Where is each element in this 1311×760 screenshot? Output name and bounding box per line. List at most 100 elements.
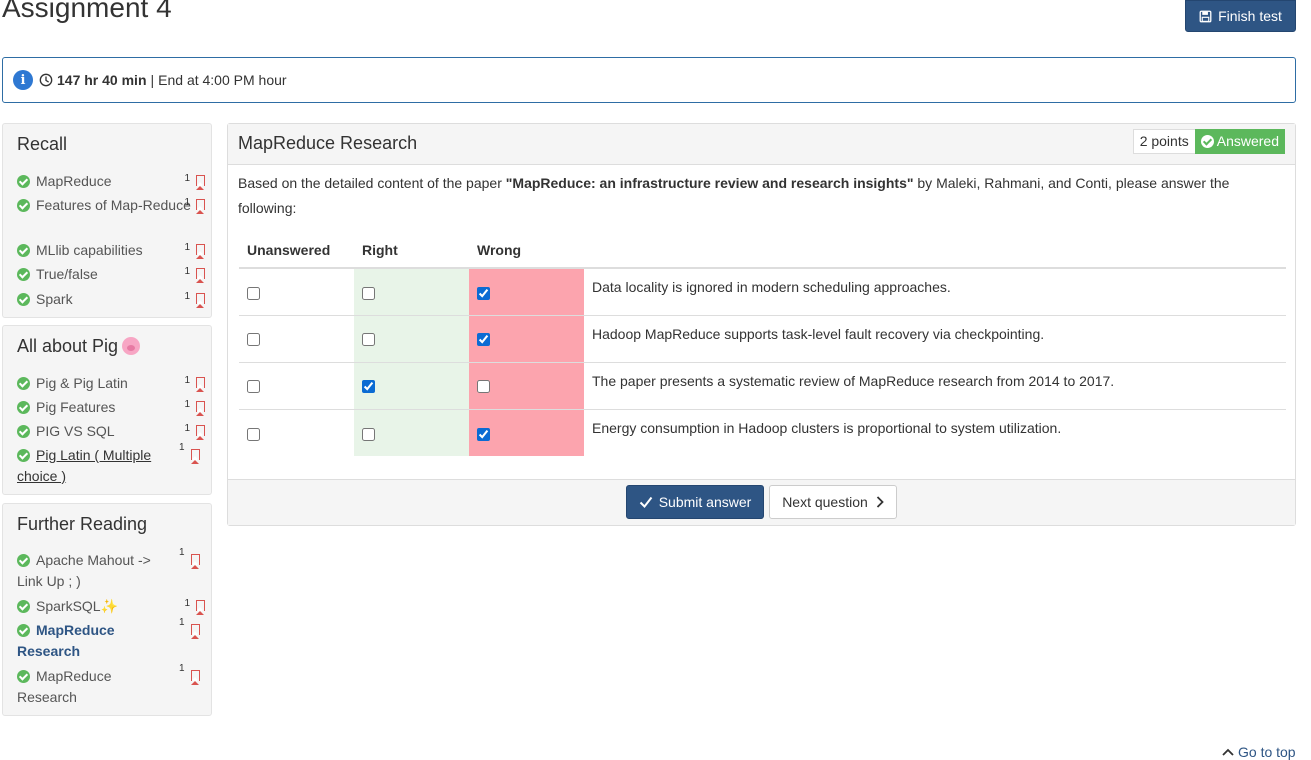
checkbox-wrong[interactable]	[477, 286, 490, 300]
section-title: All about Pig	[17, 336, 141, 357]
question-footer: Submit answer Next question	[228, 479, 1295, 525]
points-badge: 2 points Answered	[1132, 129, 1285, 154]
sidebar-item[interactable]: MapReduce Research	[17, 666, 147, 708]
finish-test-label: Finish test	[1218, 8, 1282, 24]
check-circle-icon	[17, 377, 30, 390]
bookmark-icon[interactable]	[196, 244, 205, 259]
section-all-about-pig: All about Pig Pig & Pig Latin 1 Pig Featu…	[2, 325, 212, 495]
sidebar-item[interactable]: MapReduce 1	[17, 171, 205, 192]
check-circle-icon	[17, 401, 30, 414]
next-question-button[interactable]: Next question	[769, 485, 897, 519]
bookmark-icon[interactable]	[196, 377, 205, 392]
checkbox-wrong[interactable]	[477, 333, 490, 347]
statement-row: Data locality is ignored in modern sched…	[239, 267, 1286, 315]
bookmark-icon[interactable]	[190, 670, 200, 685]
item-meta: 1	[179, 547, 200, 569]
statement-text: Hadoop MapReduce supports task-level fau…	[584, 314, 1286, 362]
bookmark-icon[interactable]	[190, 449, 200, 464]
section-title: Further Reading	[17, 514, 148, 534]
pig-icon	[122, 337, 141, 355]
bookmark-icon[interactable]	[196, 293, 205, 308]
sidebar-item-active[interactable]: MapReduce Research	[17, 620, 147, 662]
section-further-reading: Further Reading Apache Mahout -> Link Up…	[2, 503, 212, 716]
check-circle-icon	[17, 425, 30, 438]
answer-grid: Unanswered Right Wrong Data locality is …	[239, 233, 1286, 456]
section-title: Recall	[17, 134, 68, 154]
check-circle-icon	[17, 199, 30, 212]
checkbox-wrong[interactable]	[477, 427, 490, 441]
checkbox-unanswered[interactable]	[247, 380, 260, 394]
checkbox-wrong[interactable]	[477, 380, 490, 394]
timer-info-bar: i 147 hr 40 min | End at 4:00 PM hour	[2, 57, 1296, 103]
bookmark-icon[interactable]	[196, 175, 205, 190]
check-circle-icon	[17, 293, 30, 306]
section-recall: Recall MapReduce 1 Features of Map-Reduce…	[2, 123, 212, 318]
status-badge: Answered	[1194, 129, 1285, 154]
bookmark-icon[interactable]	[196, 268, 205, 283]
bookmark-icon[interactable]	[196, 401, 205, 416]
bookmark-icon[interactable]	[196, 600, 205, 615]
check-circle-icon	[17, 268, 30, 281]
item-meta: 1	[179, 617, 200, 639]
chevron-up-icon	[1222, 748, 1234, 756]
clock-icon	[39, 73, 53, 87]
save-icon	[1199, 10, 1212, 22]
check-icon	[639, 496, 652, 508]
column-header-right: Right	[354, 233, 469, 269]
sidebar-item[interactable]: PIG VS SQL 1	[17, 421, 205, 442]
sidebar-item[interactable]: Spark 1	[17, 289, 205, 310]
bookmark-icon[interactable]	[190, 624, 200, 639]
check-circle-icon	[17, 554, 30, 567]
check-circle-icon	[1200, 135, 1214, 148]
column-header-wrong: Wrong	[469, 233, 584, 269]
question-header: MapReduce Research 2 points Answered	[228, 124, 1295, 165]
checkbox-right[interactable]	[362, 427, 375, 441]
check-circle-icon	[17, 624, 30, 637]
points-label: 2 points	[1132, 129, 1195, 154]
end-time: End at 4:00 PM hour	[158, 72, 287, 88]
bookmark-icon[interactable]	[190, 554, 200, 569]
bookmark-icon[interactable]	[196, 199, 205, 214]
bookmark-icon[interactable]	[196, 425, 205, 440]
submit-answer-button[interactable]: Submit answer	[626, 485, 764, 519]
sidebar-item[interactable]: Features of Map-Reduce 1	[17, 195, 205, 216]
page-title: Assignment 4	[2, 0, 172, 23]
question-text: Based on the detailed content of the pap…	[238, 175, 1230, 216]
sidebar-item[interactable]: Pig Features 1	[17, 397, 205, 418]
item-meta: 1	[179, 663, 200, 685]
column-header-unanswered: Unanswered	[239, 233, 354, 269]
question-panel: MapReduce Research 2 points Answered Bas…	[227, 123, 1296, 526]
checkbox-right[interactable]	[362, 333, 375, 347]
statement-row: Hadoop MapReduce supports task-level fau…	[239, 314, 1286, 362]
checkbox-unanswered[interactable]	[247, 286, 260, 300]
chevron-right-icon	[876, 496, 884, 508]
sidebar-item[interactable]: True/false 1	[17, 264, 205, 285]
item-meta: 1	[179, 442, 200, 464]
finish-test-button[interactable]: Finish test	[1185, 0, 1296, 32]
statement-row: The paper presents a systematic review o…	[239, 361, 1286, 409]
checkbox-unanswered[interactable]	[247, 333, 260, 347]
sidebar-item[interactable]: Pig Latin ( Multiple choice )	[17, 445, 167, 487]
sidebar-item[interactable]: Pig & Pig Latin 1	[17, 373, 205, 394]
statement-text: The paper presents a systematic review o…	[584, 361, 1286, 409]
sidebar-item[interactable]: MLlib capabilities 1	[17, 240, 205, 261]
time-remaining: 147 hr 40 min	[57, 72, 147, 88]
checkbox-right[interactable]	[362, 286, 375, 300]
checkbox-right[interactable]	[362, 380, 375, 394]
statement-text: Energy consumption in Hadoop clusters is…	[584, 408, 1286, 456]
question-title: MapReduce Research	[238, 133, 418, 153]
timer-separator: |	[150, 72, 155, 88]
check-circle-icon	[17, 449, 30, 462]
statement-row: Energy consumption in Hadoop clusters is…	[239, 408, 1286, 456]
paper-title: "MapReduce: an infrastructure review and…	[505, 175, 914, 191]
sidebar-item[interactable]: SparkSQL✨ 1	[17, 596, 205, 617]
sidebar-item[interactable]: Apache Mahout -> Link Up ; )	[17, 550, 167, 592]
statement-text: Data locality is ignored in modern sched…	[584, 267, 1286, 315]
check-circle-icon	[17, 670, 30, 683]
check-circle-icon	[17, 600, 30, 613]
info-icon: i	[13, 70, 33, 90]
go-to-top-link[interactable]: Go to top	[1222, 744, 1296, 760]
checkbox-unanswered[interactable]	[247, 427, 260, 441]
check-circle-icon	[17, 175, 30, 188]
check-circle-icon	[17, 244, 30, 257]
